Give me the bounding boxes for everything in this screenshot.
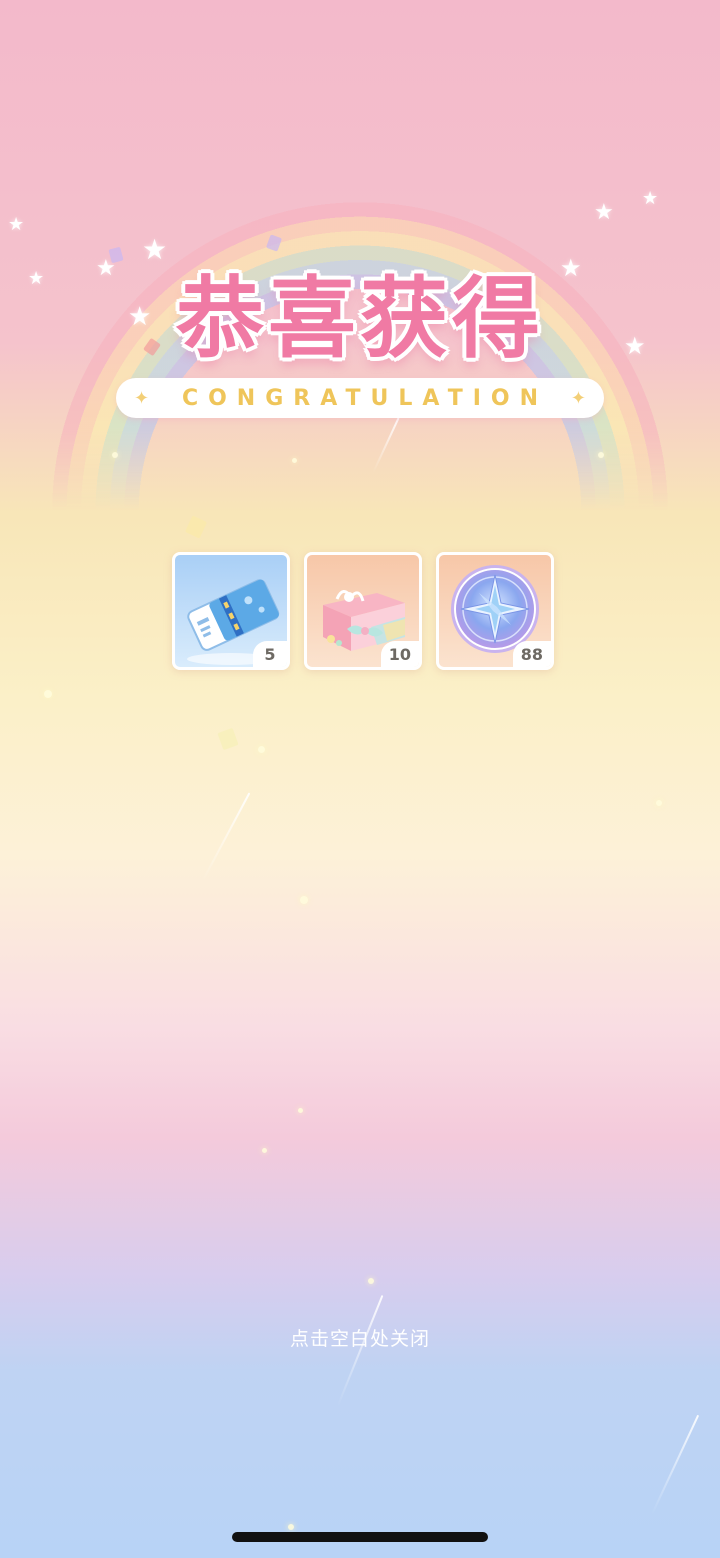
reward-item-gift-box[interactable]: 10 (304, 552, 422, 670)
reward-list: 5 10 88 (172, 552, 554, 670)
star-decoration: ★ (8, 214, 25, 235)
sparkle-dot (298, 1108, 303, 1113)
reward-item-star-coin[interactable]: 88 (436, 552, 554, 670)
subtitle-banner: ✦ CONGRATULATION ✦ (116, 378, 604, 418)
sparkle-dot (368, 1278, 374, 1284)
sparkle-dot (656, 800, 662, 806)
reward-item-ticket[interactable]: 5 (172, 552, 290, 670)
star-decoration: ★ (642, 188, 659, 209)
reward-count: 10 (380, 641, 419, 667)
reward-count: 88 (512, 641, 551, 667)
sparkle-dot (292, 458, 297, 463)
sparkle-dot (44, 690, 52, 698)
close-hint-text[interactable]: 点击空白处关闭 (0, 1324, 720, 1351)
congratulation-title: 恭喜获得 (175, 267, 544, 370)
star-decoration: ★ (594, 200, 614, 225)
sparkle-dot (258, 746, 265, 753)
sparkle-icon: ✦ (134, 387, 150, 409)
sparkle-dot (262, 1148, 267, 1153)
subtitle-text: CONGRATULATION (181, 385, 549, 411)
sparkle-icon: ✦ (570, 387, 586, 409)
sparkle-dot (598, 452, 604, 458)
home-indicator[interactable] (232, 1532, 488, 1542)
sparkle-dot (288, 1524, 294, 1530)
sparkle-dot (300, 896, 308, 904)
reward-count: 5 (253, 641, 287, 667)
sparkle-dot (112, 452, 118, 458)
